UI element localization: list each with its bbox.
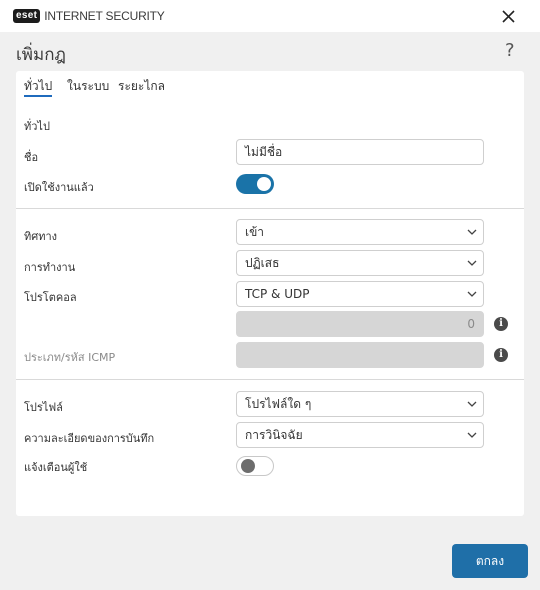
product-name: INTERNET SECURITY [44,9,165,23]
tab-remote[interactable]: ระยะไกล [118,77,165,97]
logging-select[interactable]: การวินิจฉัย [236,422,484,448]
protocol-select[interactable]: TCP & UDP [236,281,484,307]
section-title-general: ทั่วไป [24,120,50,133]
logging-label: ความละเอียดของการบันทึก [24,432,155,445]
icmp-label: ประเภท/รหัส ICMP [24,351,116,364]
chevron-down-icon [467,291,477,297]
protocol-number-field: 0 [236,311,484,337]
protocol-value: TCP & UDP [245,287,310,301]
name-label: ชื่อ [24,151,39,164]
chevron-down-icon [467,401,477,407]
eset-logo-badge: eset [13,9,41,23]
toggle-knob [241,459,255,473]
divider [16,208,524,209]
protocol-label: โปรโตคอล [24,291,77,304]
icmp-field [236,342,484,368]
eset-logo: eset INTERNET SECURITY [13,9,165,23]
enabled-toggle[interactable] [236,174,274,194]
rule-settings-panel: ทั่วไป ในระบบ ระยะไกล ทั่วไป ชื่อ ไม่มีช… [16,71,524,516]
action-value: ปฏิเสธ [245,256,280,270]
page-title: เพิ่มกฎ [16,45,66,65]
tab-local[interactable]: ในระบบ [67,77,109,97]
action-select[interactable]: ปฏิเสธ [236,250,484,276]
divider [16,379,524,380]
enabled-label: เปิดใช้งานแล้ว [24,181,94,194]
close-icon[interactable] [498,6,520,28]
direction-select[interactable]: เข้า [236,219,484,245]
toggle-knob [257,177,271,191]
chevron-down-icon [467,432,477,438]
ok-button[interactable]: ตกลง [452,544,528,578]
profile-label: โปรไฟล์ [24,401,63,414]
protocol-number-value: 0 [467,317,475,331]
direction-value: เข้า [245,225,265,239]
direction-label: ทิศทาง [24,230,58,243]
logging-value: การวินิจฉัย [245,428,303,442]
profile-select[interactable]: โปรไฟล์ใด ๆ [236,391,484,417]
notify-toggle[interactable] [236,456,274,476]
profile-value: โปรไฟล์ใด ๆ [245,397,312,411]
info-icon[interactable]: i [494,317,508,331]
chevron-down-icon [467,260,477,266]
info-icon[interactable]: i [494,348,508,362]
action-label: การทำงาน [24,261,76,274]
notify-label: แจ้งเตือนผู้ใช้ [24,461,88,474]
chevron-down-icon [467,229,477,235]
tab-general[interactable]: ทั่วไป [24,77,53,97]
name-field[interactable]: ไม่มีชื่อ [236,139,484,165]
tab-bar: ทั่วไป ในระบบ ระยะไกล [16,71,524,97]
title-bar: eset INTERNET SECURITY [0,0,540,32]
help-icon[interactable]: ? [505,40,515,61]
